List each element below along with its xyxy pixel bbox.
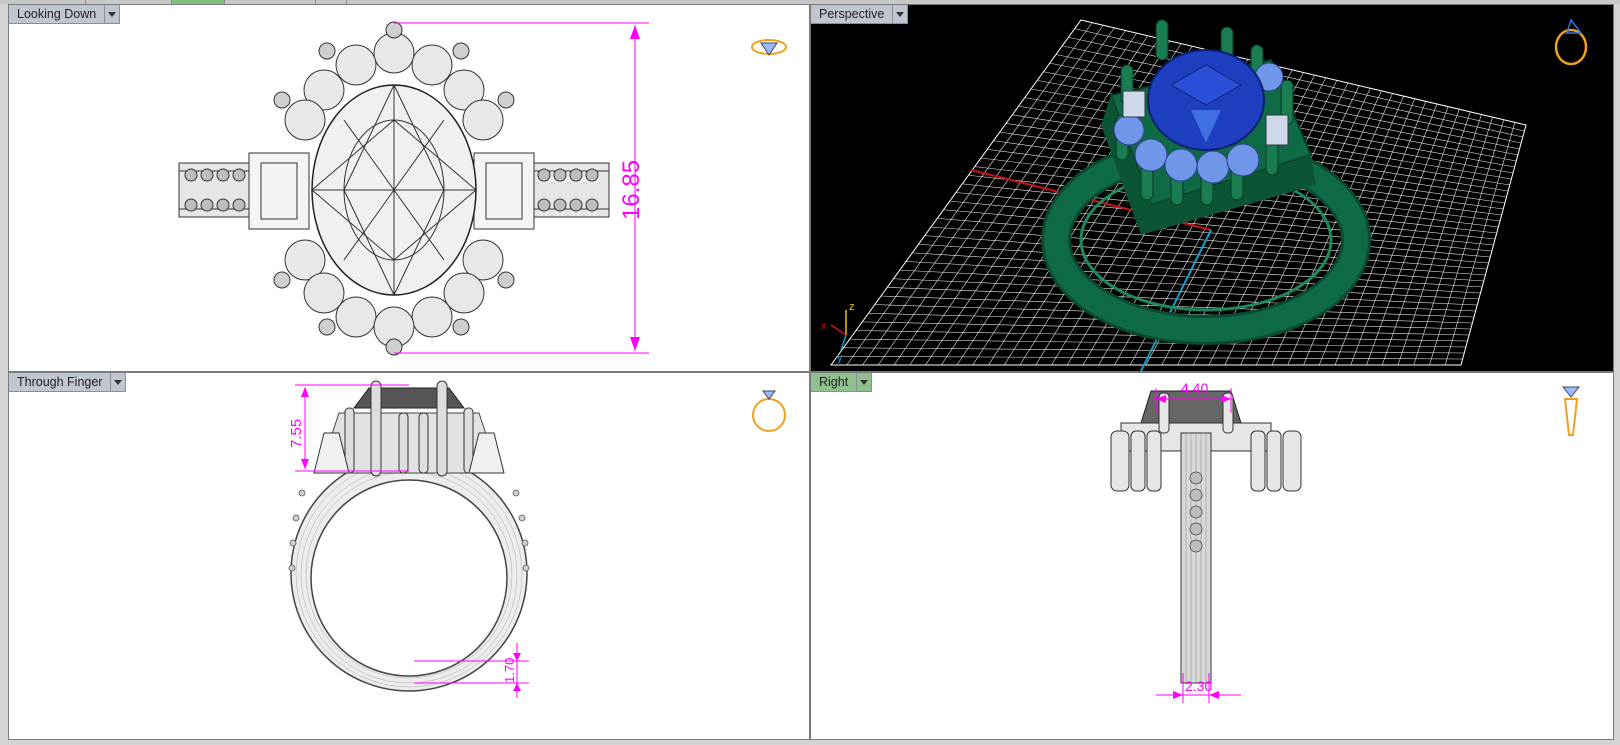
dimension-bottom-label: 2.30 [1185, 678, 1212, 694]
axis-gizmo: z x y [821, 301, 855, 364]
ring-front-view-icon [752, 390, 786, 432]
viewport-title[interactable]: Through Finger [9, 373, 112, 392]
chevron-down-icon [114, 379, 123, 385]
grid-line [1444, 122, 1516, 365]
viewport-perspective[interactable]: z x y Perspective [810, 4, 1614, 372]
axis-y-label: y [837, 352, 843, 364]
viewport-label-through-finger[interactable]: Through Finger [9, 373, 127, 392]
through-finger-drawing: 7.55 1.70 [288, 380, 786, 698]
dimension-band-label: 1.70 [502, 658, 517, 683]
perspective-drawing: z x y [821, 18, 1588, 371]
dimension-height-label: 16.85 [618, 160, 645, 220]
viewport-label-perspective[interactable]: Perspective [811, 5, 909, 24]
viewport-title[interactable]: Right [811, 373, 858, 392]
ring-perspective-icon [1554, 18, 1588, 66]
looking-down-drawing: 16.85 [178, 21, 787, 356]
chevron-down-icon [108, 11, 117, 17]
viewport-right[interactable]: 4.40 2.30 Right [810, 372, 1614, 740]
viewport-title[interactable]: Perspective [811, 5, 894, 24]
ring-side-view-icon [1561, 386, 1581, 436]
viewport-looking-down[interactable]: 16.85 Looking Down [8, 4, 810, 372]
viewport-title[interactable]: Looking Down [9, 5, 106, 24]
axis-x-label: x [821, 320, 827, 332]
dimension-top-label: 4.40 [1181, 380, 1208, 396]
axis-z-label: z [849, 301, 855, 313]
chevron-down-icon [860, 379, 869, 385]
viewport-menu-dropdown[interactable] [111, 373, 127, 392]
viewport-through-finger[interactable]: 7.55 1.70 Through Finger [8, 372, 810, 740]
viewport-label-right[interactable]: Right [811, 373, 873, 392]
grid-line [1429, 119, 1505, 365]
viewport-label-looking-down[interactable]: Looking Down [9, 5, 121, 24]
chevron-down-icon [896, 11, 905, 17]
viewport-menu-dropdown[interactable] [893, 5, 909, 24]
grid-line [1397, 114, 1482, 365]
grid-line [837, 356, 1463, 360]
viewport-menu-dropdown[interactable] [105, 5, 121, 24]
dimension-height-label: 7.55 [288, 419, 305, 448]
grid-line [1381, 111, 1471, 365]
grid-line [843, 347, 1465, 354]
right-view-drawing: 4.40 2.30 [1110, 380, 1581, 703]
ring-top-view-icon [751, 39, 787, 56]
viewport-menu-dropdown[interactable] [857, 373, 873, 392]
